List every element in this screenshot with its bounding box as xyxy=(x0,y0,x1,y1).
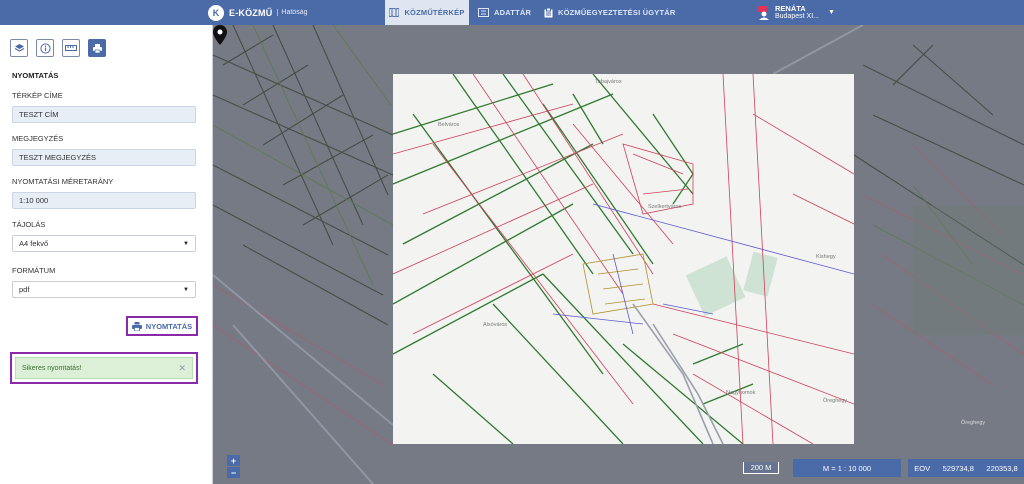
orientation-value: A4 fekvő xyxy=(19,239,49,248)
zoom-out-button[interactable]: − xyxy=(227,467,240,478)
zoom-in-button[interactable]: + xyxy=(227,455,240,466)
map-icon xyxy=(389,8,400,17)
print-area-map xyxy=(393,74,854,444)
info-button[interactable] xyxy=(36,39,54,57)
map-title-label: TÉRKÉP CÍME xyxy=(12,91,63,100)
app-name: E-KÖZMŰ xyxy=(229,7,273,18)
print-scale-label: NYOMTATÁSI MÉRETARÁNY xyxy=(12,177,114,186)
coordinate-y: 220353,8 xyxy=(986,463,1018,473)
clipboard-icon xyxy=(544,7,553,17)
coordinate-system-label: EOV xyxy=(914,463,931,473)
place-label: Alsóváros xyxy=(483,322,508,328)
dropdown-arrow-icon: ▼ xyxy=(183,286,189,293)
success-alert: Sikeres nyomtatás! ✕ xyxy=(10,352,198,384)
place-label: Nagyhomok xyxy=(726,390,756,396)
scale-ratio: M = 1 : 10 000 xyxy=(793,459,901,477)
brand[interactable]: K E-KÖZMŰ Hatóság xyxy=(208,3,307,22)
format-value: pdf xyxy=(19,285,30,294)
place-label: Öreghegy xyxy=(961,420,986,426)
user-icon xyxy=(758,5,769,20)
print-tool-button[interactable] xyxy=(88,39,106,57)
data-icon xyxy=(478,8,489,17)
app-logo: K xyxy=(208,4,224,21)
nav-tab-data-label: ADATTÁR xyxy=(494,8,532,17)
printer-icon xyxy=(131,321,142,331)
location-pin-icon[interactable] xyxy=(213,25,227,45)
nav-tab-admin[interactable]: KÖZMŰEGYEZTETÉSI ÜGYTÁR xyxy=(544,0,676,25)
nav-tab-map-label: KÖZMŰTÉRKÉP xyxy=(404,8,465,17)
print-button[interactable]: NYOMTATÁS xyxy=(126,316,198,336)
coordinate-x: 529734,8 xyxy=(942,463,974,473)
note-label: MEGJEGYZÉS xyxy=(12,134,64,143)
chevron-down-icon[interactable]: ▼ xyxy=(828,9,835,16)
place-label: Öreghegy xyxy=(823,398,848,404)
orientation-label: TÁJOLÁS xyxy=(12,220,46,229)
map-title-input[interactable]: TESZT CÍM xyxy=(12,106,196,123)
top-bar: K E-KÖZMŰ Hatóság KÖZMŰTÉRKÉP ADATTÁR KÖ… xyxy=(0,0,1024,25)
place-label: Szelkertváros xyxy=(648,204,682,210)
dropdown-arrow-icon: ▼ xyxy=(183,240,189,247)
place-label: Tabajváros xyxy=(595,79,622,85)
layers-button[interactable] xyxy=(10,39,28,57)
success-alert-text: Sikeres nyomtatás! xyxy=(22,364,82,372)
format-label: FORMÁTUM xyxy=(12,266,56,275)
user-menu[interactable]: RENÁTA Budapest XI... ▼ xyxy=(758,2,835,23)
nav-tab-data[interactable]: ADATTÁR xyxy=(478,0,531,25)
print-scale-input[interactable]: 1:10 000 xyxy=(12,192,196,209)
user-city: Budapest XI... xyxy=(775,12,819,20)
sidebar: NYOMTATÁS TÉRKÉP CÍME TESZT CÍM MEGJEGYZ… xyxy=(0,25,213,484)
measure-button[interactable] xyxy=(62,39,80,57)
close-icon[interactable]: ✕ xyxy=(178,363,186,374)
layers-icon xyxy=(14,43,24,52)
place-label: Kishegy xyxy=(816,254,836,260)
ruler-icon xyxy=(65,45,77,51)
print-section-title: NYOMTATÁS xyxy=(12,71,59,80)
zoom-controls: + − xyxy=(227,455,240,478)
orientation-select[interactable]: A4 fekvő ▼ xyxy=(12,235,196,252)
coordinate-readout: EOV 529734,8 220353,8 xyxy=(908,459,1024,477)
nav-tab-map[interactable]: KÖZMŰTÉRKÉP xyxy=(385,0,469,25)
map-canvas[interactable]: Belváros Tabajváros Szelkertváros Kisheg… xyxy=(213,25,1024,484)
scale-bar: 200 M xyxy=(743,462,779,474)
place-label: Belváros xyxy=(438,122,460,128)
nav-tab-admin-label: KÖZMŰEGYEZTETÉSI ÜGYTÁR xyxy=(558,8,676,17)
note-input[interactable]: TESZT MEGJEGYZÉS xyxy=(12,149,196,166)
info-icon xyxy=(39,42,51,54)
sidebar-toolbar xyxy=(10,39,106,57)
format-select[interactable]: pdf ▼ xyxy=(12,281,196,298)
print-area-preview: Belváros Tabajváros Szelkertváros Kisheg… xyxy=(393,74,854,444)
print-button-label: NYOMTATÁS xyxy=(145,321,193,331)
user-name: RENÁTA xyxy=(775,3,806,13)
printer-icon xyxy=(92,43,102,53)
app-subtitle: Hatóság xyxy=(277,9,307,16)
